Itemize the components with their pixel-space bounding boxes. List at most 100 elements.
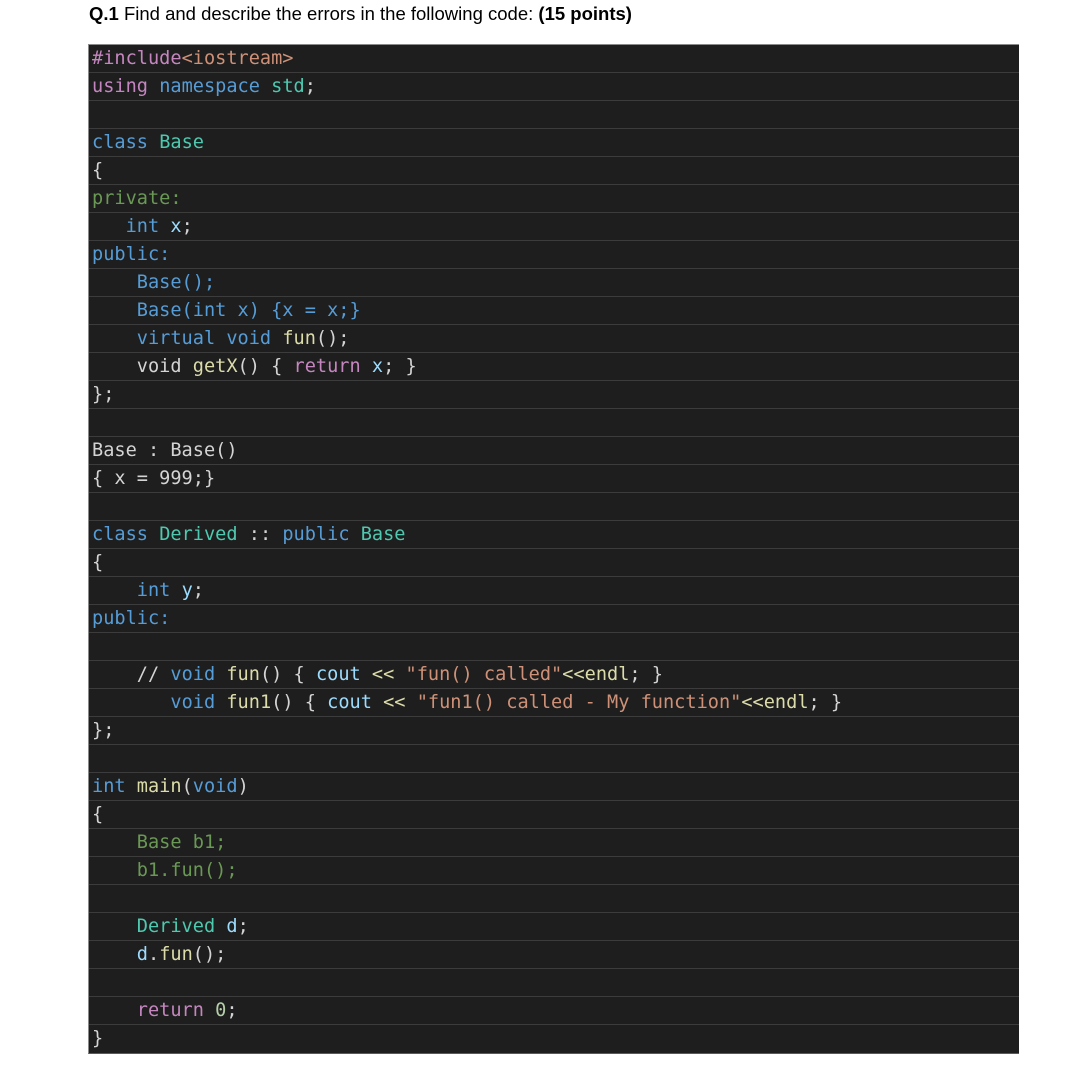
code-token: fun xyxy=(226,664,260,685)
blank-code-line xyxy=(89,101,1019,129)
code-block: #include<iostream> using namespace std; cl… xyxy=(88,44,1019,1054)
code-line: class Base xyxy=(89,129,1019,157)
code-token: Derived xyxy=(159,524,238,545)
code-token: :: xyxy=(237,524,283,545)
code-token: fun1 xyxy=(226,692,272,713)
code-token: } xyxy=(92,1028,104,1049)
code-token: Base b1; xyxy=(136,832,227,853)
code-line: Derived d; xyxy=(89,913,1019,941)
code-line: int main(void) xyxy=(89,773,1019,801)
code-token: void xyxy=(170,692,216,713)
code-token: std xyxy=(271,76,305,97)
code-line: int y; xyxy=(89,577,1019,605)
code-token: virtual void xyxy=(136,328,272,349)
code-line: Base(int x) {x = x;} xyxy=(89,297,1019,325)
code-line: b1.fun(); xyxy=(89,857,1019,885)
code-line: public: xyxy=(89,241,1019,269)
code-token: void xyxy=(192,776,238,797)
code-token: int xyxy=(136,580,171,601)
code-line: { xyxy=(89,801,1019,829)
code-token: cout xyxy=(327,692,372,713)
blank-code-line xyxy=(89,409,1019,437)
code-token: public xyxy=(282,524,350,545)
code-token: ; } xyxy=(383,356,417,377)
code-token: ; xyxy=(304,76,316,97)
code-token: fun xyxy=(282,328,316,349)
code-token: private: xyxy=(92,188,182,209)
code-token: { xyxy=(92,804,104,825)
code-token: int xyxy=(125,216,160,237)
blank-code-line xyxy=(89,745,1019,773)
code-token: b1.fun(); xyxy=(136,860,238,881)
code-line: using namespace std; xyxy=(89,73,1019,101)
code-token: return xyxy=(293,356,361,377)
code-token: d xyxy=(226,916,238,937)
question-points: (15 points) xyxy=(538,3,632,24)
code-line: #include<iostream> xyxy=(89,45,1019,73)
code-line: }; xyxy=(89,381,1019,409)
code-token: Base(int x) {x = x;} xyxy=(136,300,361,321)
code-token: x xyxy=(371,356,384,377)
code-token: ; xyxy=(226,1000,238,1021)
code-line: virtual void fun(); xyxy=(89,325,1019,353)
code-token: ( xyxy=(181,776,193,797)
code-token: return xyxy=(136,1000,204,1021)
code-line: { xyxy=(89,157,1019,185)
code-token: (); xyxy=(192,944,227,965)
code-token: () { xyxy=(237,356,294,377)
code-token: public: xyxy=(92,244,171,265)
code-token: () { xyxy=(259,664,316,685)
code-token: main xyxy=(136,776,182,797)
code-line: int x; xyxy=(89,213,1019,241)
code-token: using xyxy=(92,76,148,97)
code-token: // xyxy=(136,664,171,685)
code-token: Base : Base() xyxy=(92,440,238,461)
code-token: y xyxy=(181,580,193,601)
code-token: << xyxy=(562,664,585,685)
code-line: void getX() { return x; } xyxy=(89,353,1019,381)
code-token: cout xyxy=(315,664,361,685)
code-token: endl xyxy=(763,692,809,713)
code-token: void xyxy=(136,356,182,377)
code-token: { xyxy=(92,552,104,573)
code-token: int xyxy=(92,776,126,797)
code-token: ) xyxy=(237,776,249,797)
code-token: <iostream> xyxy=(181,48,294,69)
code-token: public: xyxy=(92,608,171,629)
code-line: Base : Base() xyxy=(89,437,1019,465)
code-token: }; xyxy=(92,720,115,741)
code-token: void xyxy=(170,664,216,685)
code-token: "fun() called" xyxy=(405,664,563,685)
code-token: () { xyxy=(271,692,328,713)
code-line: // void fun() { cout << "fun() called"<<… xyxy=(89,661,1019,689)
code-token: << xyxy=(371,664,395,685)
code-token: d xyxy=(136,944,148,965)
